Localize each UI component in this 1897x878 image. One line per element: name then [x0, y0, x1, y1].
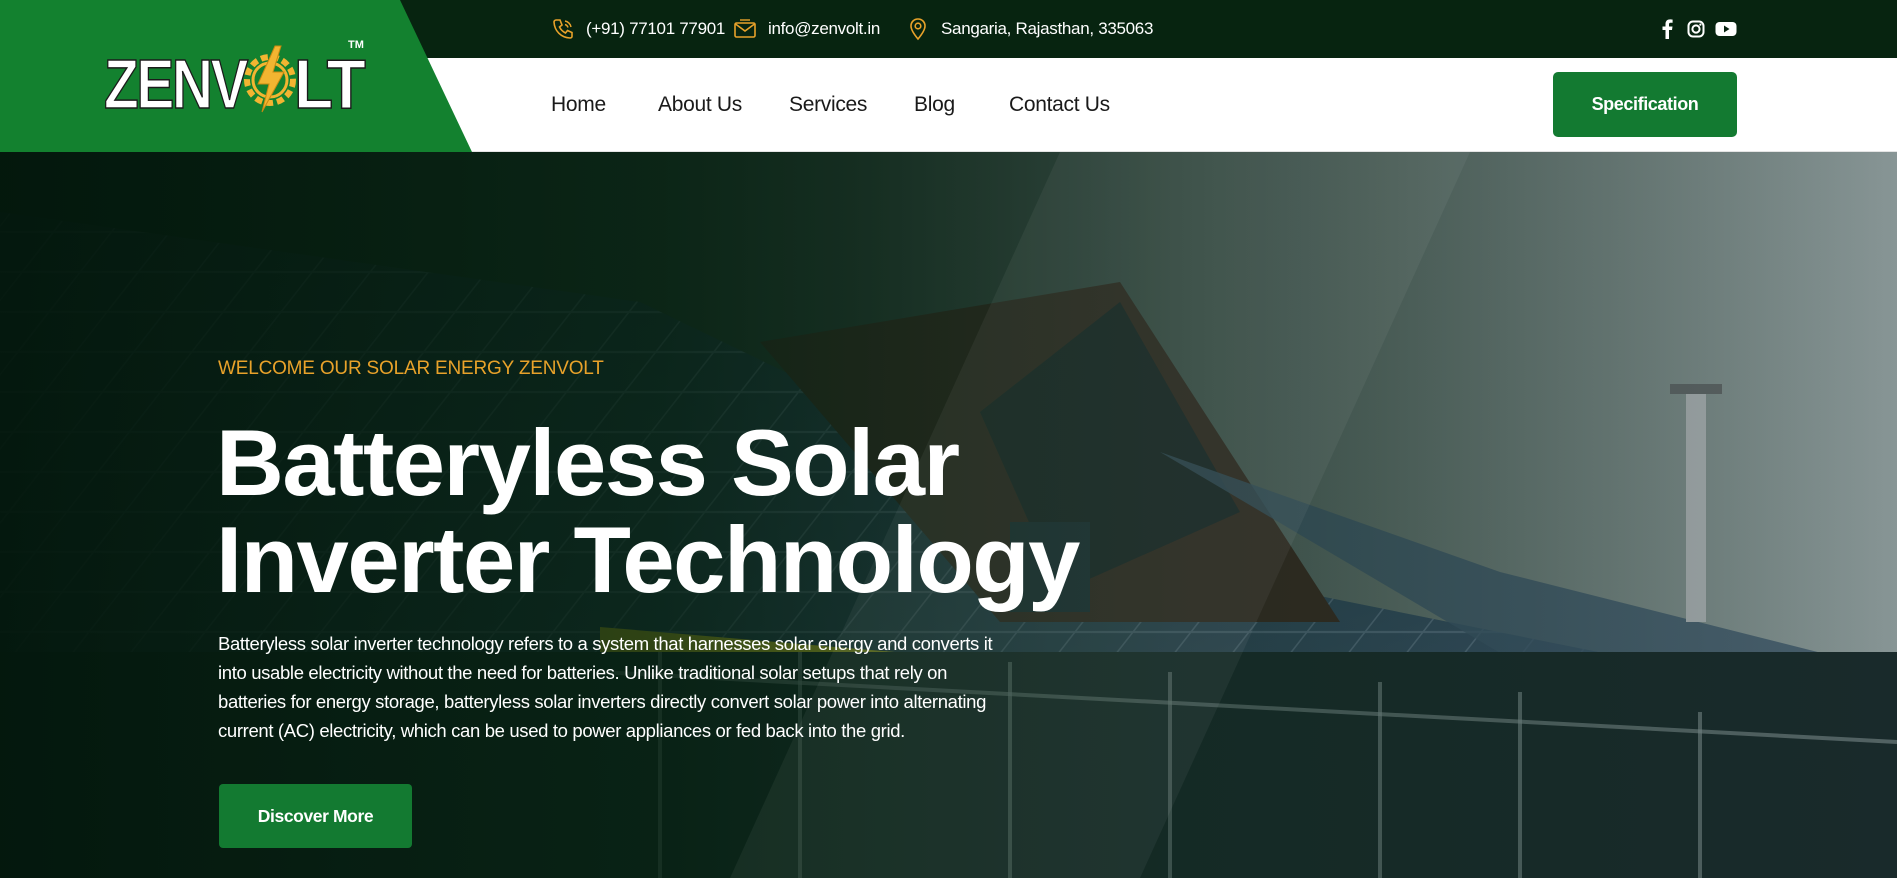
location-pin-icon — [910, 18, 926, 41]
nav-item-blog[interactable]: Blog — [914, 58, 955, 152]
zenvolt-logo[interactable]: ZENV LT TM — [104, 34, 368, 120]
address-text: Sangaria, Rajasthan, 335063 — [941, 19, 1154, 38]
mail-icon — [734, 19, 756, 38]
nav-item-about-us[interactable]: About Us — [658, 58, 742, 152]
discover-more-button[interactable]: Discover More — [219, 784, 412, 848]
hero-eyebrow: WELCOME OUR SOLAR ENERGY ZENVOLT — [218, 358, 604, 379]
svg-text:LT: LT — [294, 45, 365, 120]
address-contact: Sangaria, Rajasthan, 335063 — [905, 0, 1153, 58]
instagram-icon[interactable] — [1685, 18, 1707, 40]
nav-item-services[interactable]: Services — [789, 58, 867, 152]
specification-button[interactable]: Specification — [1553, 72, 1737, 137]
hero-section: WELCOME OUR SOLAR ENERGY ZENVOLT Battery… — [0, 152, 1897, 878]
nav-item-contact-us[interactable]: Contact Us — [1009, 58, 1110, 152]
phone-icon — [553, 19, 573, 39]
nav-item-home[interactable]: Home — [551, 58, 606, 152]
hero-description: Batteryless solar inverter technology re… — [218, 633, 993, 741]
headline-line-2: Inverter Technology — [216, 507, 1080, 612]
phone-contact[interactable]: (+91) 77101 77901 — [550, 0, 725, 58]
trademark-mark: TM — [348, 39, 364, 51]
phone-number: (+91) 77101 77901 — [586, 19, 726, 38]
email-contact[interactable]: info@zenvolt.in — [732, 0, 880, 58]
youtube-icon[interactable] — [1715, 18, 1737, 40]
headline-line-1: Batteryless Solar — [216, 410, 960, 515]
email-address: info@zenvolt.in — [768, 19, 880, 38]
svg-text:ZENV: ZENV — [104, 45, 249, 120]
hero-headline: Batteryless Solar Inverter Technology — [216, 414, 1116, 608]
facebook-icon[interactable] — [1656, 18, 1678, 40]
